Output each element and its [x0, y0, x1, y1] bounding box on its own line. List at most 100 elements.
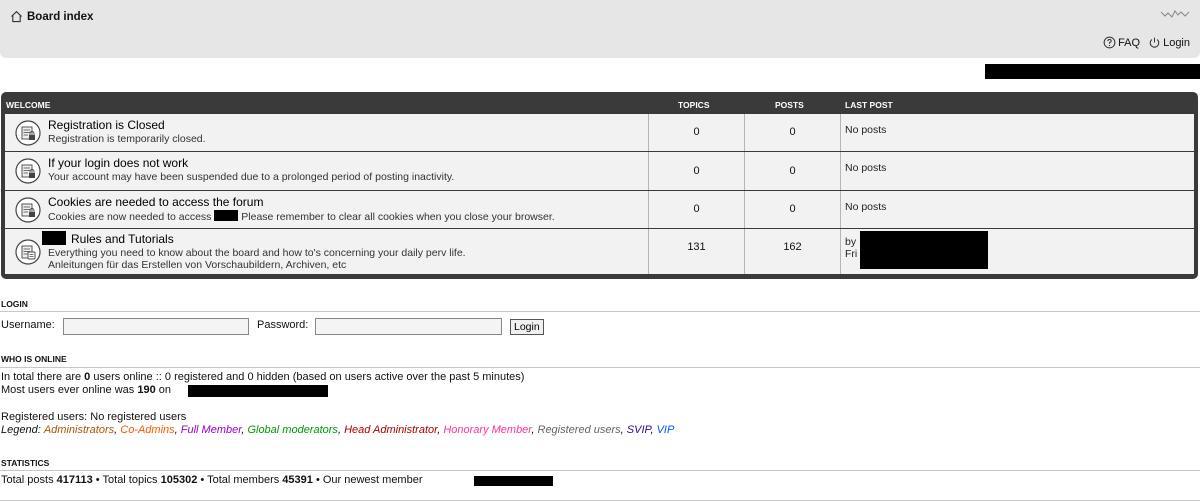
record-count: 190 [137, 384, 156, 396]
divider [0, 311, 1200, 312]
posts-count: 0 [744, 191, 840, 228]
legend-separator: , [620, 424, 624, 436]
online-text: In total there are [1, 371, 85, 383]
legend-group-link[interactable]: Global moderators [247, 424, 338, 436]
posts-count: 162 [744, 229, 840, 274]
legend-group-link[interactable]: Administrators [44, 424, 114, 436]
record-text: Most users ever online was [1, 384, 138, 396]
legend-group-link[interactable]: Registered users [538, 424, 621, 436]
last-post: No posts [840, 114, 1194, 151]
redacted-block [985, 64, 1200, 79]
registered-users: Registered users: No registered users [1, 411, 187, 423]
stat-label: Total posts [1, 474, 57, 486]
total-members: 45391 [282, 474, 313, 486]
help-icon [1103, 36, 1116, 49]
legend-group-link[interactable]: Co-Admins [120, 424, 174, 436]
legend: Legend: Administrators, Co-Admins, Full … [1, 424, 674, 436]
forum-locked-icon [15, 197, 41, 223]
legend-separator: , [174, 424, 178, 436]
who-is-online-heading: WHO IS ONLINE [1, 354, 67, 364]
legend-separator: , [337, 424, 341, 436]
faq-label[interactable]: FAQ [1118, 37, 1140, 49]
divider [0, 500, 1200, 501]
divider [0, 367, 1200, 368]
username-label: Username: [1, 319, 55, 331]
faq-link[interactable]: FAQ [1103, 36, 1140, 49]
legend-label: Legend: [1, 424, 41, 436]
total-posts: 417113 [56, 474, 93, 486]
posts-count: 0 [744, 114, 840, 151]
forum-title[interactable]: Cookies are needed to access the forum [48, 195, 263, 209]
breadcrumb[interactable]: Board index [10, 10, 93, 23]
login-heading: LOGIN [1, 299, 28, 309]
forum-title[interactable]: Rules and Tutorials [71, 232, 174, 246]
legend-group-link[interactable]: Head Administrator [344, 424, 437, 436]
forum-read-icon [15, 239, 41, 265]
forum-table-header: WELCOME TOPICS POSTS LAST POST [1, 92, 1198, 114]
forum-table: WELCOME TOPICS POSTS LAST POST Registrat… [1, 92, 1198, 279]
last-post: No posts [840, 152, 1194, 190]
legend-group-link[interactable]: SVIP [627, 424, 651, 436]
topics-count: 0 [648, 152, 744, 190]
statistics-line: Total posts 417113 • Total topics 105302… [1, 474, 423, 486]
online-text: users online :: 0 registered and 0 hidde… [90, 371, 525, 383]
forum-row: Cookies are needed to access the forum C… [5, 191, 1194, 229]
home-icon [11, 10, 22, 23]
legend-separator: , [437, 424, 441, 436]
online-record-line: Most users ever online was 190 on [1, 384, 171, 396]
legend-separator: , [114, 424, 118, 436]
redacted-block [860, 231, 988, 269]
forum-row: Registration is Closed Registration is t… [5, 114, 1194, 152]
posts-count: 0 [744, 152, 840, 190]
forum-locked-icon [15, 158, 41, 184]
forum-description: Registration is temporarily closed. [48, 133, 206, 145]
forum-rows: Registration is Closed Registration is t… [5, 114, 1194, 274]
legend-group-link[interactable]: Honorary Member [443, 424, 531, 436]
legend-separator: , [241, 424, 245, 436]
col-topics: TOPICS [678, 100, 710, 110]
header-bar: Board index FAQ Login [0, 0, 1200, 58]
forum-description: Your account may have been suspended due… [48, 171, 455, 183]
col-welcome: WELCOME [6, 100, 51, 110]
legend-separator: , [531, 424, 535, 436]
forum-locked-icon [15, 120, 41, 146]
forum-description-line2: Anleitungen für das Erstellen von Vorsch… [48, 259, 347, 271]
password-label: Password: [257, 319, 309, 331]
statistics-heading: STATISTICS [1, 458, 50, 468]
stat-label: • Our newest member [312, 474, 423, 486]
legend-group-link[interactable]: VIP [657, 424, 675, 436]
forum-row: If your login does not work Your account… [5, 152, 1194, 191]
decorative-logo-icon [1160, 10, 1190, 18]
breadcrumb-board-index[interactable]: Board index [27, 11, 93, 23]
forum-description: Everything you need to know about the bo… [48, 247, 466, 259]
last-post: No posts [840, 191, 1194, 228]
col-last-post: LAST POST [845, 100, 893, 110]
forum-row: Rules and Tutorials Everything you need … [5, 229, 1194, 274]
login-button[interactable]: Login [510, 319, 544, 335]
col-posts: POSTS [775, 100, 804, 110]
redacted-block [474, 476, 553, 486]
login-label[interactable]: Login [1163, 37, 1190, 49]
forum-description: Cookies are now needed to access Please … [48, 210, 555, 223]
forum-description-part2: Please remember to clear all cookies whe… [241, 211, 555, 223]
login-link[interactable]: Login [1148, 36, 1190, 49]
username-input[interactable] [63, 318, 249, 335]
password-input[interactable] [315, 318, 502, 335]
legend-separator: , [650, 424, 654, 436]
redacted-block [42, 231, 66, 245]
power-icon [1149, 37, 1160, 48]
topics-count: 131 [648, 229, 744, 274]
redacted-block [188, 385, 328, 397]
stat-label: • Total members [197, 474, 283, 486]
forum-title[interactable]: If your login does not work [48, 156, 188, 170]
redacted-block [214, 210, 239, 221]
topics-count: 0 [648, 191, 744, 228]
record-text: on [155, 384, 171, 396]
legend-group-link[interactable]: Full Member [181, 424, 242, 436]
stat-label: • Total topics [92, 474, 161, 486]
forum-title[interactable]: Registration is Closed [48, 118, 165, 132]
total-topics: 105302 [160, 474, 198, 486]
divider [0, 470, 1200, 471]
online-total-line: In total there are 0 users online :: 0 r… [1, 371, 524, 383]
topics-count: 0 [648, 114, 744, 151]
